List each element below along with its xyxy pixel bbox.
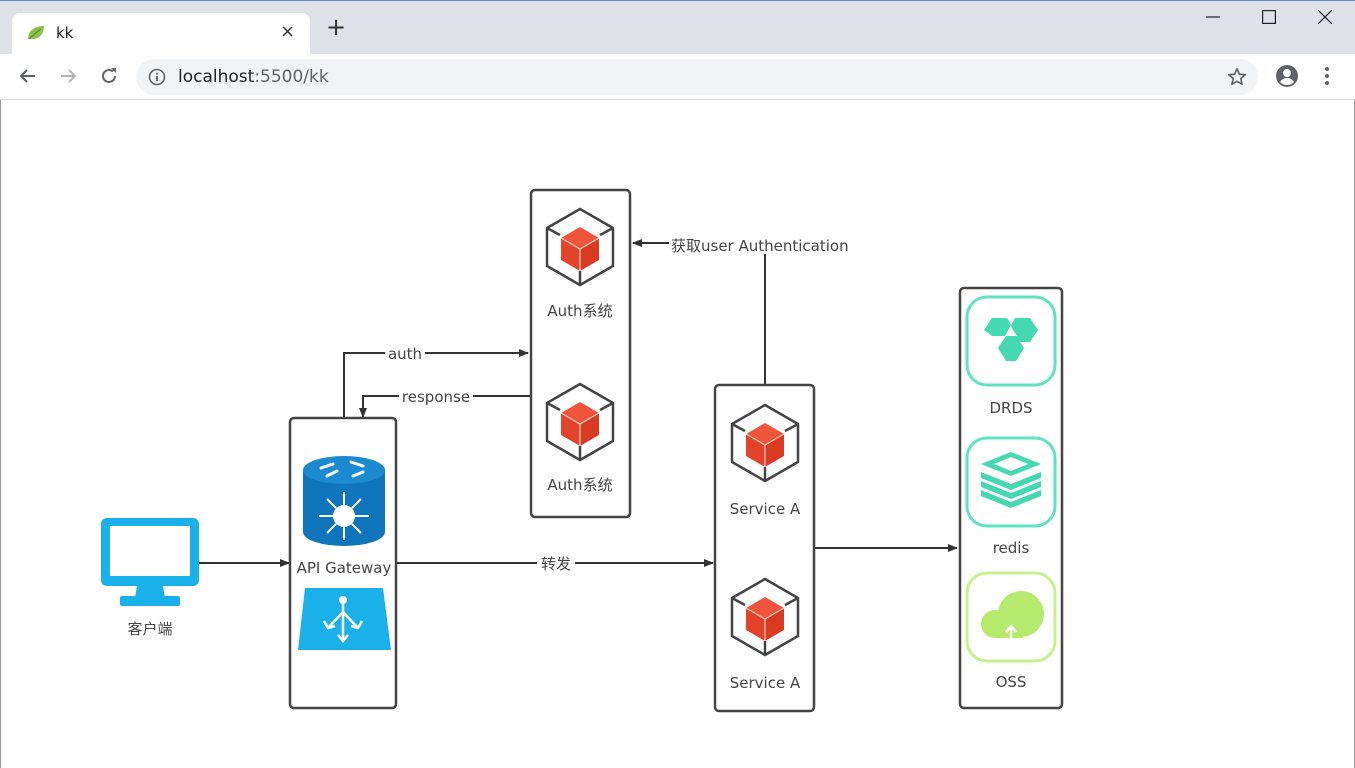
page-content: auth response 转发 获取user Authentication 客… xyxy=(0,100,1355,768)
star-icon[interactable] xyxy=(1226,66,1248,92)
new-tab-button[interactable]: + xyxy=(326,15,346,39)
auth-group: Auth系统 Auth系统 xyxy=(529,188,632,519)
forward-icon[interactable] xyxy=(56,64,80,88)
service-node[interactable]: Service A xyxy=(730,577,801,692)
load-balancer-icon xyxy=(298,588,391,650)
edge-auth: auth xyxy=(343,345,529,418)
edge-label-response: response xyxy=(402,388,470,406)
service-label: Service A xyxy=(730,500,801,518)
profile-icon[interactable] xyxy=(1275,64,1299,88)
info-icon[interactable] xyxy=(148,68,166,90)
gateway-node[interactable]: API Gateway xyxy=(288,416,398,710)
monitor-icon xyxy=(101,518,199,606)
architecture-diagram: auth response 转发 获取user Authentication 客… xyxy=(101,188,1064,713)
maximize-button[interactable] xyxy=(1262,9,1277,28)
url-text[interactable]: localhost:5500/kk xyxy=(178,67,329,87)
auth-label: Auth系统 xyxy=(547,302,612,320)
browser-titlebar: kk × + xyxy=(0,0,1355,55)
auth-node[interactable]: Auth系统 xyxy=(545,207,615,320)
edge-label-get-authentication: 获取user Authentication xyxy=(671,237,849,255)
storage-group: DRDS redis OSS xyxy=(958,286,1064,710)
gateway-label: API Gateway xyxy=(297,559,392,577)
spring-leaf-icon xyxy=(26,25,46,45)
edge-get-authentication: 获取user Authentication xyxy=(632,237,849,384)
edge-label-forward: 转发 xyxy=(541,555,571,573)
tab-title: kk xyxy=(56,24,74,42)
client-node[interactable]: 客户端 xyxy=(101,518,199,638)
menu-icon[interactable] xyxy=(1315,64,1339,88)
window-close-button[interactable] xyxy=(1317,9,1333,28)
browser-toolbar: localhost:5500/kk xyxy=(0,54,1355,100)
tab-close-button[interactable]: × xyxy=(280,21,295,42)
browser-tab[interactable]: kk × xyxy=(12,13,310,55)
auth-label: Auth系统 xyxy=(547,476,612,494)
service-label: Service A xyxy=(730,674,801,692)
storage-label: redis xyxy=(993,539,1030,557)
address-bar[interactable]: localhost:5500/kk xyxy=(136,59,1258,95)
minimize-button[interactable] xyxy=(1206,9,1220,28)
back-icon[interactable] xyxy=(16,64,40,88)
edge-label-auth: auth xyxy=(388,345,422,363)
edge-response: response xyxy=(359,388,533,418)
auth-node[interactable]: Auth系统 xyxy=(545,382,615,494)
url-host: localhost xyxy=(178,67,255,87)
client-label: 客户端 xyxy=(127,620,172,638)
storage-label: OSS xyxy=(996,673,1027,691)
reload-icon[interactable] xyxy=(97,64,121,88)
url-path: :5500/kk xyxy=(254,67,329,87)
storage-label: DRDS xyxy=(989,399,1032,417)
router-icon xyxy=(303,456,385,546)
service-group: Service A Service A xyxy=(713,383,816,713)
service-node[interactable]: Service A xyxy=(730,403,801,518)
edge-forward: 转发 xyxy=(397,554,714,573)
